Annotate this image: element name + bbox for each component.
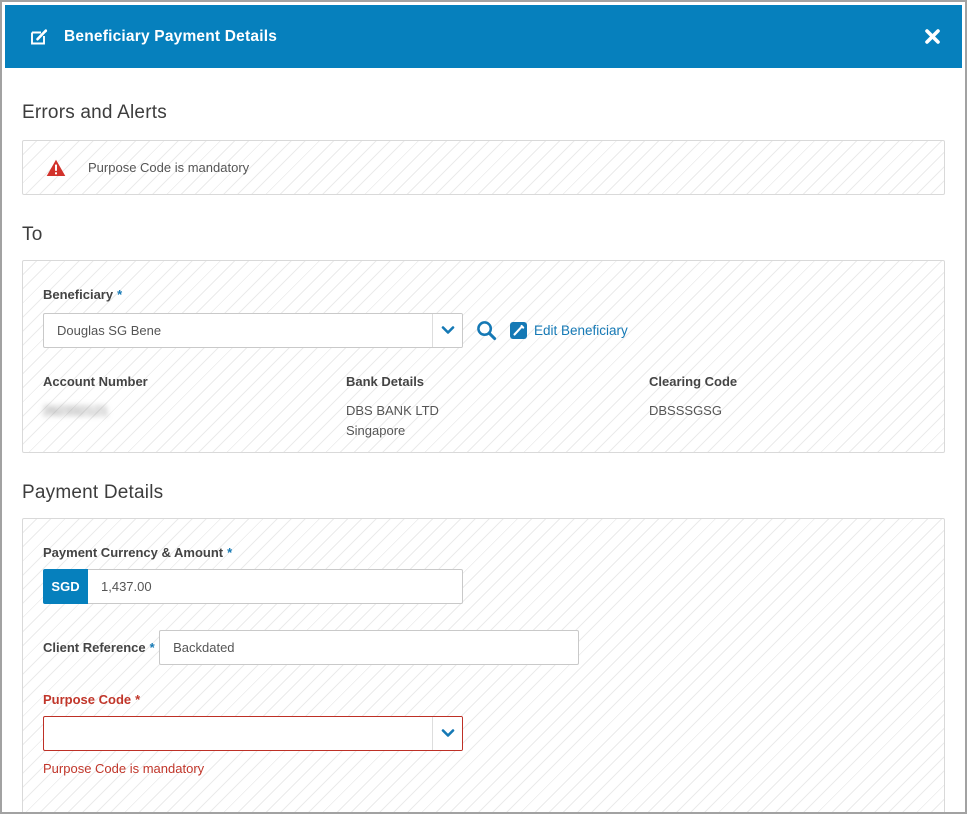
account-number-block: Account Number 262332121 xyxy=(43,374,346,441)
payment-details-panel: Payment Currency & Amount * SGD Client Re… xyxy=(22,518,945,814)
client-reference-label: Client Reference xyxy=(43,640,146,655)
purpose-code-dropdown-button[interactable] xyxy=(432,717,462,750)
purpose-code-combobox[interactable] xyxy=(43,716,463,751)
purpose-code-input[interactable] xyxy=(44,717,432,750)
bank-details-label: Bank Details xyxy=(346,374,649,389)
search-icon xyxy=(476,320,497,341)
currency-amount-row: SGD xyxy=(43,569,463,604)
account-number-label: Account Number xyxy=(43,374,346,389)
beneficiary-details-grid: Account Number 262332121 Bank Details DB… xyxy=(43,374,924,441)
bank-details-line1: DBS BANK LTD xyxy=(346,401,649,421)
to-heading: To xyxy=(22,224,945,246)
purpose-code-error: Purpose Code is mandatory xyxy=(43,761,924,776)
required-asterisk: * xyxy=(227,545,232,560)
currency-amount-field: Payment Currency & Amount * SGD xyxy=(43,544,924,604)
beneficiary-input[interactable] xyxy=(44,314,432,347)
modal-body: Errors and Alerts Purpose Code is mandat… xyxy=(5,102,962,814)
required-asterisk: * xyxy=(117,287,122,302)
edit-beneficiary-link[interactable]: Edit Beneficiary xyxy=(510,322,628,339)
beneficiary-row: Edit Beneficiary xyxy=(43,313,924,348)
client-reference-input[interactable] xyxy=(159,630,579,665)
close-icon xyxy=(925,29,940,44)
beneficiary-dropdown-button[interactable] xyxy=(432,314,462,347)
chevron-down-icon xyxy=(441,326,455,335)
error-alert-panel: Purpose Code is mandatory xyxy=(22,140,945,195)
modal-title: Beneficiary Payment Details xyxy=(64,28,277,46)
beneficiary-combobox[interactable] xyxy=(43,313,463,348)
purpose-code-label: Purpose Code xyxy=(43,692,131,707)
errors-alerts-heading: Errors and Alerts xyxy=(22,102,945,124)
beneficiary-label: Beneficiary xyxy=(43,287,113,302)
client-reference-field: Client Reference * xyxy=(43,630,924,665)
clearing-code-block: Clearing Code DBSSSGSG xyxy=(649,374,924,441)
edit-icon xyxy=(29,27,49,47)
edit-square-icon xyxy=(510,322,527,339)
close-button[interactable] xyxy=(921,25,944,48)
account-number-value: 262332121 xyxy=(43,401,346,421)
warning-triangle-icon xyxy=(46,159,66,177)
amount-input[interactable] xyxy=(88,569,463,604)
modal-header: Beneficiary Payment Details xyxy=(5,5,962,68)
alert-message: Purpose Code is mandatory xyxy=(88,160,249,175)
payment-details-heading: Payment Details xyxy=(22,482,945,504)
currency-amount-label: Payment Currency & Amount xyxy=(43,545,223,560)
bank-details-block: Bank Details DBS BANK LTD Singapore xyxy=(346,374,649,441)
chevron-down-icon xyxy=(441,729,455,738)
bank-details-line2: Singapore xyxy=(346,421,649,441)
required-asterisk: * xyxy=(135,692,140,707)
purpose-code-field: Purpose Code * Purpose Code is mandatory xyxy=(43,691,924,776)
edit-beneficiary-label: Edit Beneficiary xyxy=(534,323,628,338)
beneficiary-payment-modal: Beneficiary Payment Details Errors and A… xyxy=(0,0,967,814)
clearing-code-value: DBSSSGSG xyxy=(649,401,924,421)
to-panel: Beneficiary * xyxy=(22,260,945,453)
currency-badge: SGD xyxy=(43,569,88,604)
clearing-code-label: Clearing Code xyxy=(649,374,924,389)
beneficiary-search-button[interactable] xyxy=(474,318,499,343)
required-asterisk: * xyxy=(150,640,155,655)
